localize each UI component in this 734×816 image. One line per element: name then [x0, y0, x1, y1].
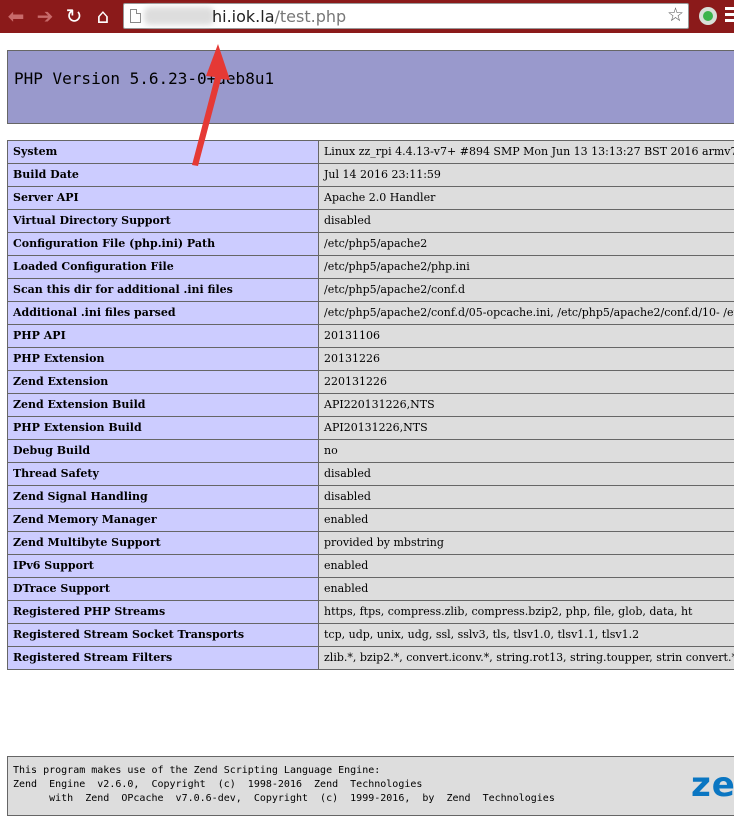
arrow-head-icon: [192, 44, 230, 166]
annotation-arrow: [0, 0, 734, 799]
